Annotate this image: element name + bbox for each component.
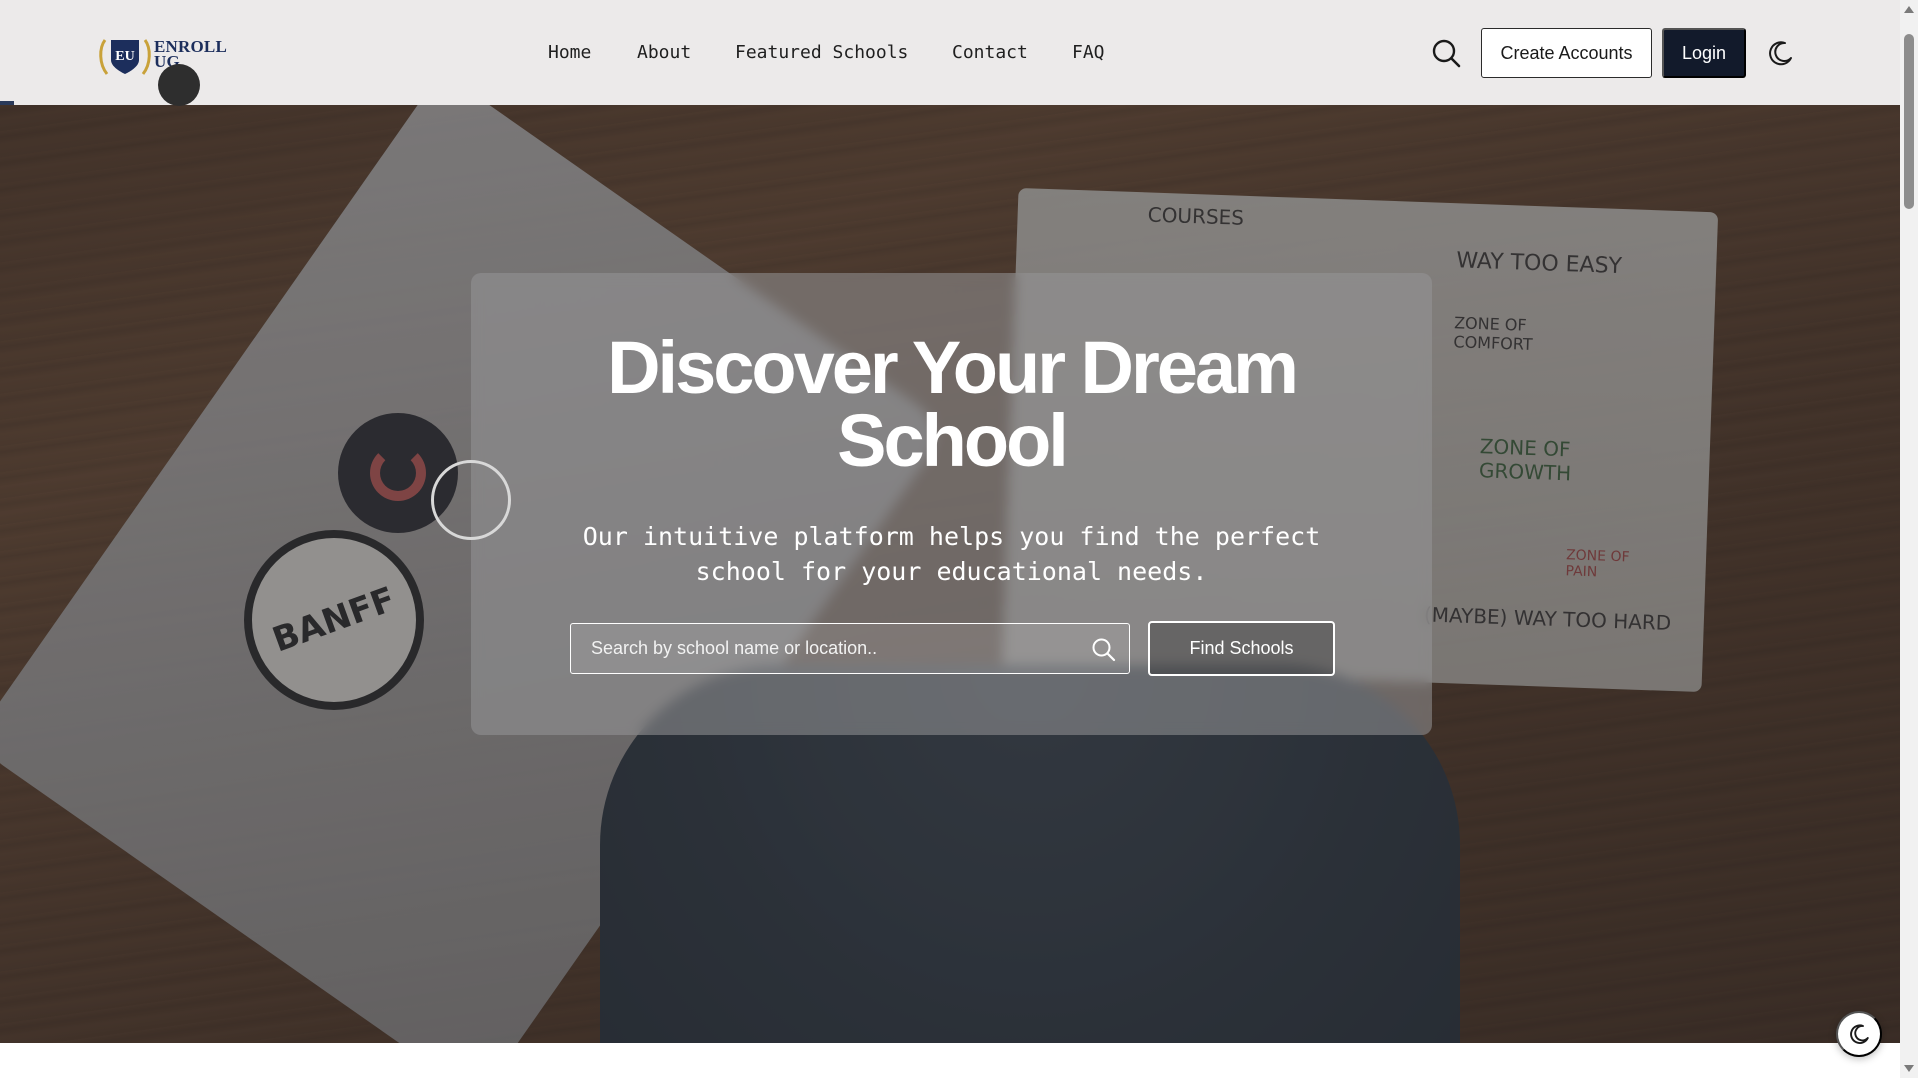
scroll-up-arrow-icon[interactable] xyxy=(1904,6,1914,13)
cursor-follower-dot xyxy=(158,64,200,106)
moon-icon xyxy=(1850,1024,1869,1044)
svg-text:EU: EU xyxy=(115,49,134,64)
school-search-box xyxy=(570,623,1130,674)
cursor-follower-ring xyxy=(431,460,511,540)
nav-link-featured-schools[interactable]: Featured Schools xyxy=(735,42,908,63)
hero-subtitle: Our intuitive platform helps you find th… xyxy=(582,522,1321,586)
nav-link-contact[interactable]: Contact xyxy=(952,42,1028,63)
scrollbar-thumb[interactable] xyxy=(1904,34,1914,209)
hero-title-line-2: School xyxy=(837,399,1069,482)
school-search-input[interactable] xyxy=(571,624,1129,673)
find-schools-button[interactable]: Find Schools xyxy=(1148,621,1335,676)
page-below-hero xyxy=(0,1043,1900,1078)
hero-section: BANFF COURSES WAY TOO EASY ZONE OF COMFO… xyxy=(0,105,1900,1043)
floating-theme-toggle[interactable] xyxy=(1836,1011,1882,1057)
logo-line-2: UG xyxy=(154,52,180,71)
hero-card: Discover Your Dream School Our intuitive… xyxy=(471,273,1432,735)
search-icon[interactable] xyxy=(1090,636,1116,662)
hero-title-line-1: Discover Your Dream xyxy=(607,326,1299,409)
create-accounts-button[interactable]: Create Accounts xyxy=(1481,28,1652,78)
laurel-shield-logo-icon: EU xyxy=(99,39,151,75)
page-scrollbar[interactable] xyxy=(1900,0,1918,1078)
login-button[interactable]: Login xyxy=(1662,28,1746,78)
scroll-down-arrow-icon[interactable] xyxy=(1904,1065,1914,1072)
logo-wordmark: ENROLL UG xyxy=(154,38,234,71)
hero-title: Discover Your Dream School xyxy=(471,331,1432,478)
scroll-progress-indicator xyxy=(0,101,14,105)
nav-link-home[interactable]: Home xyxy=(548,42,591,63)
nav-link-faq[interactable]: FAQ xyxy=(1072,42,1105,63)
top-navbar: EU ENROLL UG Home About Featured Schools… xyxy=(0,0,1900,106)
nav-link-about[interactable]: About xyxy=(637,42,691,63)
search-icon[interactable] xyxy=(1430,37,1462,69)
moon-icon[interactable] xyxy=(1765,38,1795,68)
